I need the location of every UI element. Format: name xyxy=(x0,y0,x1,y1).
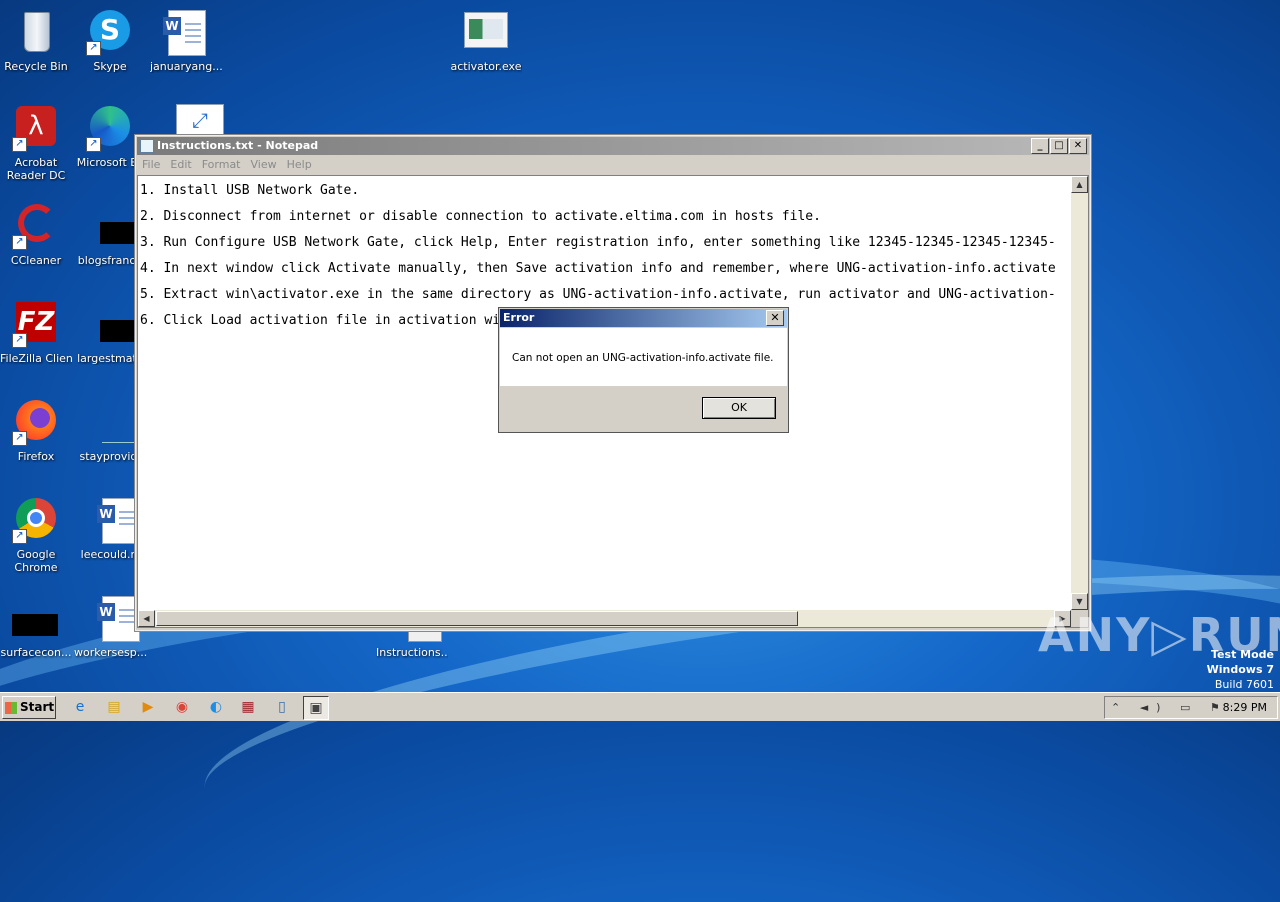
notepad-icon xyxy=(140,139,154,153)
dialog-titlebar[interactable]: Error ✕ xyxy=(500,309,787,327)
scroll-up-arrow-icon[interactable]: ▲ xyxy=(1071,176,1088,193)
error-dialog: Error ✕ Can not open an UNG-activation-i… xyxy=(498,307,789,433)
notepad-titlebar[interactable]: Instructions.txt - Notepad _ □ ✕ xyxy=(137,137,1089,155)
start-button[interactable]: Start xyxy=(2,696,56,719)
firefox-icon: ↗ xyxy=(12,398,60,446)
window-title: Instructions.txt - Notepad xyxy=(157,139,319,152)
menu-view[interactable]: View xyxy=(251,158,277,171)
maximize-button[interactable]: □ xyxy=(1050,138,1068,154)
desktop-icon-skype[interactable]: S ↗ Skype xyxy=(74,8,146,73)
exe-file-icon xyxy=(462,8,510,56)
notepad-taskbar-icon[interactable]: ▯ xyxy=(270,696,294,718)
explorer-taskbar-icon[interactable]: ▤ xyxy=(102,696,126,718)
acrobat-icon: λ ↗ xyxy=(12,104,60,152)
menu-format[interactable]: Format xyxy=(202,158,241,171)
text-line: 5. Extract win\activator.exe in the same… xyxy=(140,287,1056,302)
text-line: 2. Disconnect from internet or disable c… xyxy=(140,209,821,224)
menu-help[interactable]: Help xyxy=(287,158,312,171)
word-document-icon: W xyxy=(162,8,210,56)
close-button[interactable]: ✕ xyxy=(1069,138,1087,154)
dialog-close-button[interactable]: ✕ xyxy=(766,310,784,326)
text-line: 4. In next window click Activate manuall… xyxy=(140,261,1056,276)
desktop-icon-surfacecon[interactable]: surfacecon... xyxy=(0,594,72,659)
desktop-icon-recycle-bin[interactable]: Recycle Bin xyxy=(0,8,72,73)
recycle-bin-icon xyxy=(12,8,60,56)
edge-taskbar-icon[interactable]: ◐ xyxy=(204,696,228,718)
edge-icon: ↗ xyxy=(86,104,134,152)
filezilla-icon: FZ ↗ xyxy=(12,300,60,348)
menu-edit[interactable]: Edit xyxy=(170,158,191,171)
ok-button[interactable]: OK xyxy=(702,397,776,419)
taskbar: Start e ▤ ▶ ◉ ◐ ▦ ▯ ▣ ⌃ ◄) ▭ ⚑ 8:29 PM xyxy=(0,692,1280,721)
vertical-scrollbar[interactable]: ▲ ▼ xyxy=(1071,176,1088,610)
text-line: 1. Install USB Network Gate. xyxy=(140,183,360,198)
windows-flag-icon xyxy=(5,701,17,714)
desktop-icon-filezilla[interactable]: FZ ↗ FileZilla Client xyxy=(0,300,72,365)
media-player-taskbar-icon[interactable]: ▶ xyxy=(136,696,160,718)
clock[interactable]: 8:29 PM xyxy=(1223,697,1267,718)
desktop-icon-firefox[interactable]: ↗ Firefox xyxy=(0,398,72,463)
build-label: Build 7601 xyxy=(1214,678,1274,691)
file-icon xyxy=(86,300,146,348)
desktop-icon-ccleaner[interactable]: ↗ CCleaner xyxy=(0,202,72,267)
desktop-icon-chrome[interactable]: ↗ Google Chrome xyxy=(0,496,72,574)
ccleaner-icon: ↗ xyxy=(12,202,60,250)
test-mode-label: Test Mode xyxy=(1211,648,1274,661)
text-line: 3. Run Configure USB Network Gate, click… xyxy=(140,235,1056,250)
ie-taskbar-icon[interactable]: e xyxy=(68,696,92,718)
tray-icons[interactable]: ⌃ ◄) ▭ ⚑ xyxy=(1111,697,1228,718)
dialog-body: Can not open an UNG-activation-info.acti… xyxy=(500,328,787,386)
word-document-icon: W xyxy=(86,594,140,642)
file-icon xyxy=(12,594,60,642)
menu-file[interactable]: File xyxy=(142,158,160,171)
desktop-icon-activator[interactable]: activator.exe xyxy=(450,8,522,73)
file-icon xyxy=(86,398,142,446)
winrar-taskbar-icon[interactable]: ▦ xyxy=(236,696,260,718)
word-document-icon: W xyxy=(86,496,140,544)
scroll-left-arrow-icon[interactable]: ◀ xyxy=(138,610,155,627)
minimize-button[interactable]: _ xyxy=(1031,138,1049,154)
skype-icon: S ↗ xyxy=(86,8,134,56)
os-label: Windows 7 xyxy=(1206,663,1274,676)
chrome-taskbar-icon[interactable]: ◉ xyxy=(170,696,194,718)
dialog-title: Error xyxy=(503,311,535,324)
file-icon xyxy=(86,202,146,250)
error-dialog-taskbar-icon[interactable]: ▣ xyxy=(303,696,329,720)
desktop-icon-acrobat[interactable]: λ ↗ Acrobat Reader DC xyxy=(0,104,72,182)
menu-bar: File Edit Format View Help xyxy=(137,156,1089,174)
test-mode-watermark: Test Mode Windows 7 Build 7601 xyxy=(1207,647,1274,692)
chrome-icon: ↗ xyxy=(12,496,60,544)
desktop-icon-januaryang[interactable]: W januaryang... xyxy=(150,8,222,73)
horizontal-scrollbar[interactable]: ◀ ▶ xyxy=(138,610,1071,627)
system-tray: ⌃ ◄) ▭ ⚑ 8:29 PM xyxy=(1104,696,1278,719)
error-message: Can not open an UNG-activation-info.acti… xyxy=(512,352,774,364)
horizontal-scroll-thumb[interactable] xyxy=(156,611,798,626)
